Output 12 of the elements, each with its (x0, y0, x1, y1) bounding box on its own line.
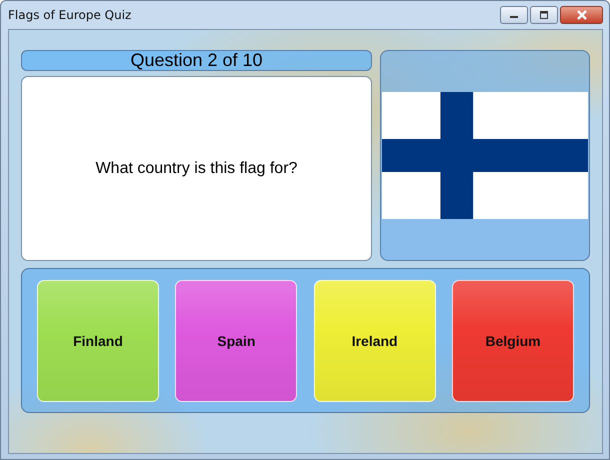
maximize-icon (539, 11, 549, 19)
minimize-button[interactable] (500, 6, 528, 24)
window-title: Flags of Europe Quiz (8, 8, 132, 22)
close-icon (576, 10, 588, 20)
close-button[interactable] (560, 6, 603, 24)
maximize-button[interactable] (530, 6, 558, 24)
question-counter: Question 2 of 10 (21, 50, 372, 71)
answer-button[interactable]: Spain (175, 280, 298, 402)
question-text: What country is this flag for? (96, 160, 298, 178)
answer-button[interactable]: Belgium (452, 280, 574, 402)
answer-button[interactable]: Ireland (314, 280, 436, 402)
answer-button[interactable]: Finland (37, 280, 159, 402)
